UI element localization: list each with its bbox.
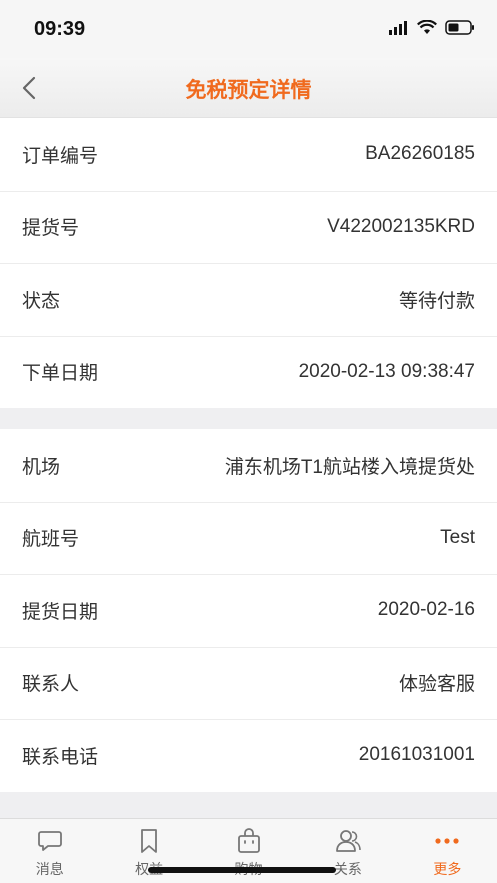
flight-number-row: 航班号 Test: [0, 501, 497, 575]
contact-row: 联系人 体验客服: [0, 646, 497, 720]
shopping-bag-icon: [237, 828, 260, 853]
row-label: 状态: [22, 289, 61, 312]
tab-messages[interactable]: 消息: [0, 819, 99, 883]
row-value: 等待付款: [398, 290, 475, 312]
status-row: 状态 等待付款: [0, 263, 497, 336]
page-title: 免税预定详情: [185, 78, 312, 102]
message-icon: [37, 831, 62, 851]
row-label: 提货日期: [22, 600, 99, 623]
signal-icon: [389, 20, 407, 35]
pickup-info-group: 机场 浦东机场T1航站楼入境提货处 航班号 Test 提货日期 2020-02-…: [0, 429, 497, 792]
nav-bar: 免税预定详情: [0, 58, 497, 118]
row-value: BA26260185: [365, 143, 475, 165]
order-number-row: 订单编号 BA26260185: [0, 118, 497, 191]
tab-label: 消息: [35, 862, 64, 878]
more-icon: [435, 838, 459, 844]
row-label: 联系人: [22, 673, 80, 696]
row-value: Test: [440, 526, 475, 548]
row-label: 航班号: [22, 528, 80, 551]
order-info-group: 订单编号 BA26260185 提货号 V422002135KRD 状态 等待付…: [0, 118, 497, 408]
row-value: 2020-02-16: [377, 599, 475, 621]
tab-label: 关系: [333, 862, 362, 878]
airport-row: 机场 浦东机场T1航站楼入境提货处: [0, 429, 497, 502]
row-value: 2020-02-13 09:38:47: [298, 360, 475, 382]
battery-icon: [445, 20, 474, 35]
row-label: 提货号: [22, 217, 80, 240]
tab-benefits[interactable]: 权益: [99, 819, 198, 883]
tab-shopping[interactable]: 购物: [199, 819, 298, 883]
status-icons: [389, 20, 475, 35]
phone-row: 联系电话 20161031001: [0, 719, 497, 792]
bookmark-icon: [141, 829, 158, 853]
wifi-icon: [417, 20, 437, 34]
row-value: 浦东机场T1航站楼入境提货处: [224, 456, 475, 478]
order-date-row: 下单日期 2020-02-13 09:38:47: [0, 335, 497, 409]
pickup-number-row: 提货号 V422002135KRD: [0, 190, 497, 264]
row-label: 订单编号: [22, 144, 99, 167]
home-indicator: [148, 867, 336, 873]
tab-relations[interactable]: 关系: [298, 819, 397, 883]
row-label: 联系电话: [22, 745, 99, 768]
row-label: 下单日期: [22, 362, 99, 385]
tab-label: 更多: [433, 862, 462, 878]
row-value: 体验客服: [398, 674, 475, 696]
tab-bar: 消息 权益 购物 关系 更多: [0, 818, 497, 883]
pickup-date-row: 提货日期 2020-02-16: [0, 574, 497, 647]
status-time: 09:39: [34, 18, 86, 40]
row-value: V422002135KRD: [327, 215, 475, 237]
tab-more[interactable]: 更多: [398, 819, 497, 883]
status-bar: 09:39: [0, 0, 497, 58]
row-label: 机场: [22, 455, 61, 478]
row-value: 20161031001: [358, 744, 475, 766]
people-icon: [336, 830, 361, 852]
